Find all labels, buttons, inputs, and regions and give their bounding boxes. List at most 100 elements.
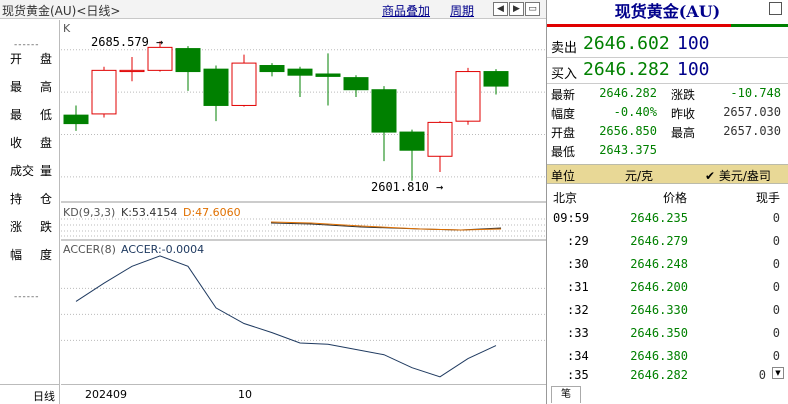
close-row: 收盘 xyxy=(10,136,52,150)
buy-row: 买入 2646.282 100 xyxy=(547,56,788,84)
pct-label: 幅度 xyxy=(551,107,576,121)
accer-panel-label: ACCER(8) xyxy=(63,243,116,256)
accer-grid xyxy=(61,287,546,341)
volume-row: 成交量 xyxy=(10,164,52,178)
candle-body xyxy=(287,68,313,76)
stat-row-open: 开盘 2656.850 最高 2657.030 xyxy=(547,124,788,142)
candle-body xyxy=(399,131,425,151)
chart-titlebar: 现货黄金(AU)<日线> 商品叠加 周期 ◀ ▶ ▭ xyxy=(0,0,546,19)
kd-k-value: K:53.4154 xyxy=(121,206,177,219)
low-value: 2643.375 xyxy=(599,143,657,157)
tick-tab[interactable]: 笔 xyxy=(551,386,581,403)
prev-close-label: 昨收 xyxy=(671,107,696,121)
bid-ask-red-bar xyxy=(547,24,731,27)
accer-value: ACCER:-0.0004 xyxy=(121,243,204,256)
stat-row-pct: 幅度 -0.40% 昨收 2657.030 xyxy=(547,105,788,123)
kd-k-line xyxy=(270,222,502,231)
period-button[interactable]: 周期 xyxy=(450,2,474,19)
sell-row: 卖出 2646.602 100 xyxy=(547,30,788,58)
high-row: 最高 xyxy=(10,80,52,94)
candle-body xyxy=(119,69,145,73)
quote-title: 现货黄金(AU) xyxy=(614,2,721,21)
high-annotation: 2685.579 → xyxy=(91,35,163,49)
accer-line xyxy=(75,255,497,378)
low-row: 最低 xyxy=(10,108,52,122)
sell-volume: 100 xyxy=(677,33,710,54)
bid-ask-green-bar xyxy=(731,24,788,27)
kd-panel-label: KD(9,3,3) xyxy=(63,206,115,219)
period-indicator: 日线 xyxy=(0,384,60,404)
restore-icon[interactable]: ▭ xyxy=(525,2,540,16)
x-axis: 202409 10 xyxy=(61,384,546,404)
change-label: 涨跌 xyxy=(671,88,696,102)
candlestick-series xyxy=(63,41,509,181)
open-label: 开盘 xyxy=(551,126,576,140)
candle-body xyxy=(371,89,397,133)
low-label: 最低 xyxy=(551,145,576,159)
candle-body xyxy=(455,71,481,122)
latest-label: 最新 xyxy=(551,88,576,102)
tick-row: :29 2646.279 0 xyxy=(567,234,780,248)
tick-header-volume: 现手 xyxy=(755,191,780,205)
high-value: 2657.030 xyxy=(723,124,781,138)
unit-label: 单位 xyxy=(551,169,576,183)
candle-body xyxy=(63,114,89,125)
candle-body xyxy=(231,62,257,106)
tick-row: :33 2646.350 0 xyxy=(567,326,780,340)
open-value: 2656.850 xyxy=(599,124,657,138)
panel-toggle-icon[interactable] xyxy=(769,2,782,15)
change-pct-row: 幅度 xyxy=(10,248,52,262)
prev-close-value: 2657.030 xyxy=(723,105,781,119)
scroll-down-icon[interactable]: ▼ xyxy=(772,367,784,379)
overlay-button[interactable]: 商品叠加 xyxy=(382,2,430,19)
tick-header-price: 价格 xyxy=(663,191,688,205)
tick-header: 北京 价格 现手 xyxy=(547,186,788,206)
sell-label: 卖出 xyxy=(551,41,578,56)
ohlc-separator-bottom: ------ xyxy=(14,292,40,302)
candle-body xyxy=(315,73,341,77)
candle-body xyxy=(203,68,229,106)
ohlc-info-panel: ------ 开盘 最高 最低 收盘 成交量 持仓 涨跌 幅度 ------ xyxy=(0,20,60,384)
kd-grid xyxy=(61,218,546,237)
scroll-right-icon[interactable]: ▶ xyxy=(509,2,524,16)
candle-body xyxy=(91,69,117,115)
candle-body xyxy=(259,65,285,73)
tick-row: :31 2646.200 0 xyxy=(567,280,780,294)
candle-body xyxy=(175,48,201,73)
x-axis-label-1: 10 xyxy=(238,388,252,401)
tick-header-time: 北京 xyxy=(553,191,578,205)
latest-value: 2646.282 xyxy=(599,86,657,100)
kd-d-value: D:47.6060 xyxy=(183,206,241,219)
change-value: -10.748 xyxy=(730,86,781,100)
tick-row: :35 2646.282 0 xyxy=(567,368,766,382)
unit-option-toggle[interactable]: ✔ 美元/盎司 xyxy=(705,167,771,184)
low-annotation: 2601.810 → xyxy=(371,180,443,194)
unit-value: 元/克 xyxy=(625,169,654,183)
kd-lines xyxy=(270,221,502,231)
sell-price: 2646.602 xyxy=(583,33,670,54)
candle-body xyxy=(147,46,173,71)
tick-row: :32 2646.330 0 xyxy=(567,303,780,317)
stat-row-low: 最低 2643.375 xyxy=(547,143,788,161)
tick-row: :34 2646.380 0 xyxy=(567,349,780,363)
quote-panel: 现货黄金(AU) 卖出 2646.602 100 买入 2646.282 100… xyxy=(546,0,788,404)
pct-value: -0.40% xyxy=(613,105,657,119)
x-axis-label-0: 202409 xyxy=(85,388,127,401)
buy-volume: 100 xyxy=(677,59,710,80)
daily-label: 日线 xyxy=(33,390,55,403)
scroll-left-icon[interactable]: ◀ xyxy=(493,2,508,16)
candle-body xyxy=(343,77,369,91)
buy-price: 2646.282 xyxy=(583,59,670,80)
change-row: 涨跌 xyxy=(10,220,52,234)
candle-body xyxy=(427,121,453,157)
stat-row-latest: 最新 2646.282 涨跌 -10.748 xyxy=(547,86,788,104)
ohlc-separator-top: ------ xyxy=(14,40,40,50)
open-interest-row: 持仓 xyxy=(10,192,52,206)
tick-row: 09:59 2646.235 0 xyxy=(553,211,780,225)
high-label: 最高 xyxy=(671,126,696,140)
open-row: 开盘 xyxy=(10,52,52,66)
buy-label: 买入 xyxy=(551,67,578,82)
kd-d-line xyxy=(270,221,502,231)
tick-row: :30 2646.248 0 xyxy=(567,257,780,271)
chart-area[interactable]: K 2685.579 → 2601.810 → KD(9,3,3) K:53.41… xyxy=(61,20,546,384)
